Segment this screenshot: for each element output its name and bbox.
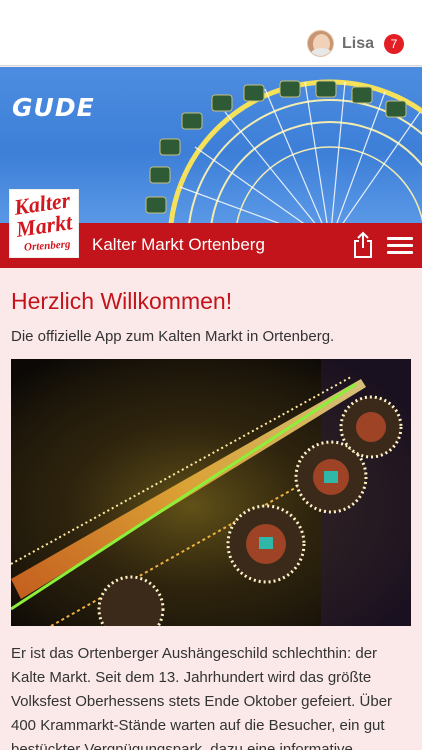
top-bar: Lisa 7 — [0, 0, 422, 66]
notification-badge[interactable]: 7 — [384, 33, 404, 54]
user-profile[interactable]: Lisa 7 — [306, 30, 404, 57]
description-text: Er ist das Ortenberger Aushängeschild sc… — [11, 645, 393, 750]
hamburger-menu-icon[interactable] — [387, 235, 413, 257]
brand-text: GUDE — [12, 93, 95, 122]
fairground-ride-photo — [11, 359, 411, 626]
main-content: Herzlich Willkommen! Die offizielle App … — [0, 268, 422, 750]
kalter-markt-logo[interactable]: Kalter Markt Ortenberg — [9, 187, 79, 258]
page-heading: Herzlich Willkommen! — [11, 288, 233, 314]
intro-text: Die offizielle App zum Kalten Markt in O… — [11, 328, 335, 345]
share-icon[interactable] — [352, 231, 374, 259]
logo-line-2: Markt — [14, 209, 74, 242]
username[interactable]: Lisa — [342, 35, 374, 53]
logo-line-3: Ortenberg — [23, 238, 71, 254]
avatar[interactable] — [306, 30, 334, 57]
app-title: Kalter Markt Ortenberg — [92, 235, 265, 254]
